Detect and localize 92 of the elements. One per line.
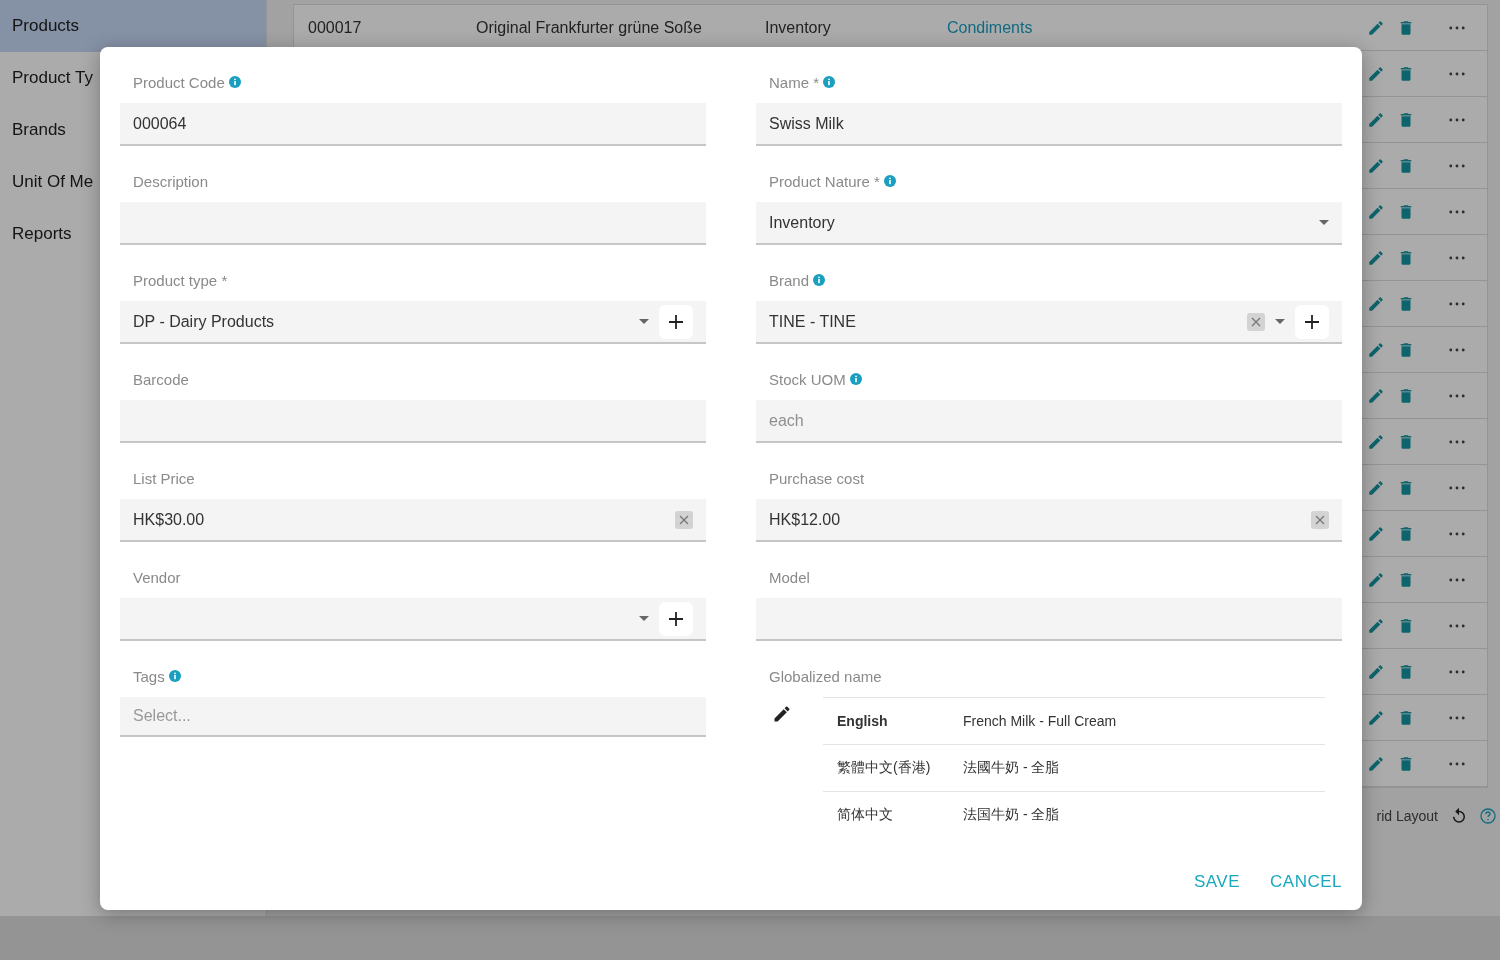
- language-cell-text: 简体中文: [837, 806, 894, 824]
- edit-icon[interactable]: [1367, 294, 1385, 313]
- text-field[interactable]: HK$12.00: [756, 499, 1342, 542]
- edit-icon[interactable]: [1367, 64, 1385, 83]
- field-label: Tags: [133, 667, 165, 685]
- table-cell-text: 000017: [308, 18, 363, 37]
- more-icon[interactable]: [1449, 531, 1465, 536]
- caret-icon[interactable]: [639, 616, 649, 621]
- info-icon: [813, 274, 826, 286]
- dropdown-field[interactable]: TINE - TINE: [756, 301, 1342, 344]
- undo-icon[interactable]: [1450, 807, 1468, 825]
- more-icon[interactable]: [1449, 715, 1465, 720]
- edit-icon[interactable]: [1367, 616, 1385, 635]
- info-icon: [849, 373, 862, 385]
- edit-icon[interactable]: [1367, 478, 1385, 497]
- more-icon[interactable]: [1449, 439, 1465, 444]
- info-icon: [883, 175, 896, 187]
- more-icon[interactable]: [1449, 255, 1465, 260]
- info-icon: [168, 670, 181, 682]
- more-icon[interactable]: [1449, 393, 1465, 398]
- field-label: Brand: [769, 271, 810, 289]
- clear-icon[interactable]: [1311, 510, 1329, 529]
- field-label: Vendor: [133, 568, 181, 586]
- field-label: Globalized name: [769, 667, 882, 685]
- more-icon[interactable]: [1449, 163, 1465, 168]
- text-field[interactable]: [756, 598, 1342, 641]
- table-cell-text: Original Frankfurter grüne Soße: [476, 18, 703, 37]
- more-icon[interactable]: [1449, 25, 1465, 30]
- field-label: Stock UOM: [769, 370, 846, 388]
- more-icon[interactable]: [1449, 209, 1465, 214]
- more-icon[interactable]: [1449, 761, 1465, 766]
- edit-icon[interactable]: [1367, 202, 1385, 221]
- field-label: Barcode: [133, 370, 189, 388]
- text-field[interactable]: Swiss Milk: [756, 103, 1342, 146]
- dropdown-field[interactable]: DP - Dairy Products: [120, 301, 706, 344]
- more-icon[interactable]: [1449, 485, 1465, 490]
- edit-icon[interactable]: [1367, 110, 1385, 129]
- edit-icon[interactable]: [1367, 432, 1385, 451]
- clear-icon[interactable]: [675, 510, 693, 529]
- field-label: Purchase cost: [769, 469, 865, 487]
- edit-icon[interactable]: [1367, 754, 1385, 773]
- field-label: List Price: [133, 469, 195, 487]
- plus-icon: [669, 611, 683, 626]
- table-cell-text: Inventory: [765, 18, 832, 37]
- edit-icon[interactable]: [1367, 18, 1385, 37]
- edit-icon[interactable]: [1367, 662, 1385, 681]
- more-icon[interactable]: [1449, 71, 1465, 76]
- edit-icon[interactable]: [1367, 340, 1385, 359]
- field-label: Name *: [769, 73, 820, 91]
- add-button[interactable]: [659, 601, 693, 636]
- field-label: Description: [133, 172, 209, 190]
- more-icon[interactable]: [1449, 117, 1465, 122]
- plus-icon: [1305, 314, 1319, 329]
- name-cell-text: French Milk - Full Cream: [963, 713, 1118, 729]
- more-icon[interactable]: [1449, 623, 1465, 628]
- text-field[interactable]: [120, 400, 706, 443]
- caret-icon[interactable]: [1319, 220, 1329, 225]
- sidebar-item[interactable]: Products: [0, 0, 266, 52]
- edit-icon[interactable]: [1367, 156, 1385, 175]
- edit-icon[interactable]: [1367, 524, 1385, 543]
- field-label: Product type *: [133, 271, 228, 289]
- name-cell-text: 法國牛奶 - 全脂: [963, 759, 1061, 777]
- more-icon[interactable]: [1449, 669, 1465, 674]
- text-field[interactable]: HK$30.00: [120, 499, 706, 542]
- layout-label[interactable]: rid Layout: [1376, 808, 1438, 824]
- caret-icon[interactable]: [1275, 319, 1285, 324]
- more-icon[interactable]: [1449, 577, 1465, 582]
- more-icon[interactable]: [1449, 301, 1465, 306]
- field-label: Product Code: [133, 73, 225, 91]
- more-icon[interactable]: [1449, 347, 1465, 352]
- text-field[interactable]: [120, 202, 706, 245]
- help-icon[interactable]: [1480, 808, 1496, 824]
- edit-icon[interactable]: [1367, 570, 1385, 589]
- language-cell-text: 繁體中文(香港): [837, 759, 932, 777]
- name-cell-text: 法国牛奶 - 全脂: [963, 806, 1061, 824]
- edit-icon[interactable]: [1367, 708, 1385, 727]
- dropdown-field[interactable]: [120, 598, 706, 641]
- text-field[interactable]: 000064: [120, 103, 706, 146]
- edit-icon[interactable]: [1367, 248, 1385, 267]
- field-label: Product Nature *: [769, 172, 880, 190]
- clear-icon[interactable]: [1247, 312, 1265, 331]
- info-icon: [823, 76, 836, 88]
- add-button[interactable]: [659, 304, 693, 339]
- edit-icon[interactable]: [1367, 386, 1385, 405]
- pencil-icon[interactable]: [772, 704, 792, 724]
- caret-icon[interactable]: [639, 319, 649, 324]
- plus-icon: [669, 314, 683, 329]
- info-icon: [228, 76, 241, 88]
- add-button[interactable]: [1295, 304, 1329, 339]
- language-cell-text: English: [837, 713, 889, 729]
- dropdown-field[interactable]: Inventory: [756, 202, 1342, 245]
- field-label: Model: [769, 568, 810, 586]
